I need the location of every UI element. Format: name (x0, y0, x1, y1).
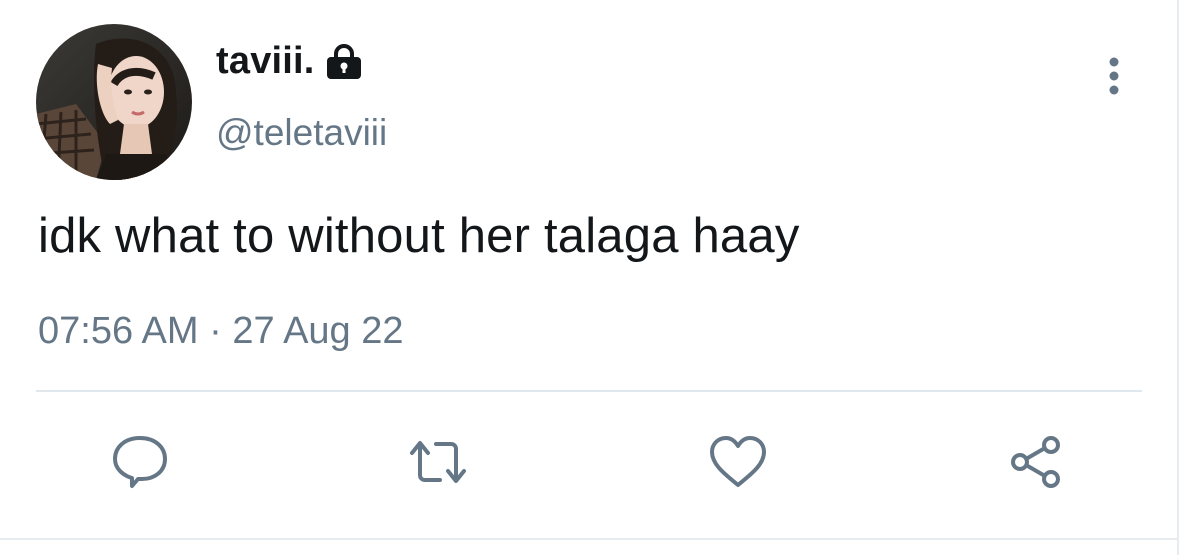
like-button[interactable] (706, 430, 770, 494)
tweet-time[interactable]: 07:56 AM (38, 310, 199, 352)
like-icon (710, 436, 766, 487)
bottom-border (0, 538, 1179, 540)
reply-button[interactable] (108, 430, 172, 494)
user-handle[interactable]: @teletaviii (216, 112, 387, 154)
tweet-date[interactable]: 27 Aug 22 (232, 310, 403, 352)
meta-separator: · (209, 310, 222, 352)
display-name[interactable]: taviii. (216, 40, 315, 83)
tweet-metadata: 07:56 AM · 27 Aug 22 (38, 310, 404, 353)
share-button[interactable] (1004, 430, 1068, 494)
more-vertical-icon (1109, 57, 1119, 95)
display-name-row: taviii. (216, 40, 363, 83)
avatar[interactable] (36, 24, 192, 180)
avatar-image (36, 24, 192, 180)
tweet-text: idk what to without her talaga haay (38, 209, 800, 263)
retweet-button[interactable] (406, 430, 470, 494)
tweet-card: taviii. @teletaviii idk what to without … (0, 0, 1179, 555)
share-icon (1011, 436, 1060, 488)
lock-icon (325, 43, 363, 80)
retweet-icon (410, 441, 466, 483)
reply-icon (113, 436, 167, 488)
more-options-button[interactable] (1096, 52, 1132, 100)
divider (36, 390, 1142, 392)
